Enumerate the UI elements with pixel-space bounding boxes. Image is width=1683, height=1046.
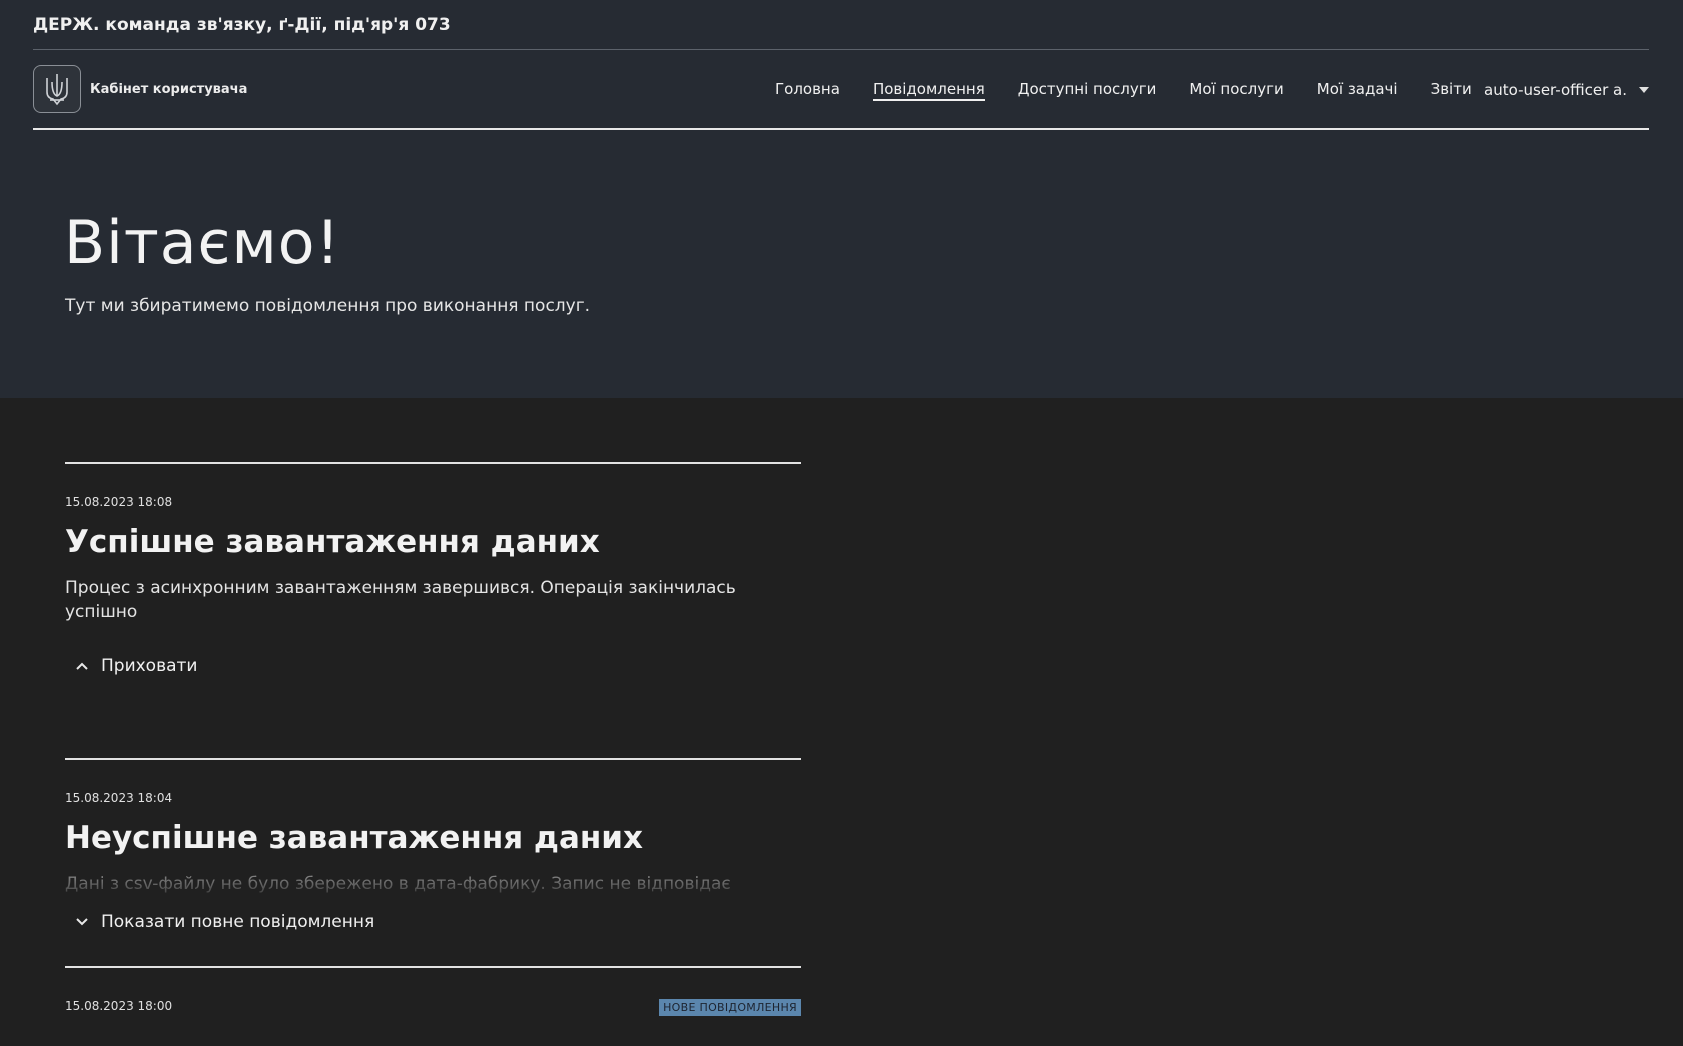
nav-item-home[interactable]: Головна	[775, 80, 840, 100]
page-title: Вітаємо!	[64, 208, 341, 278]
chevron-down-icon	[76, 918, 88, 926]
brand-label[interactable]: Кабінет користувача	[90, 82, 247, 97]
notification-list: 15.08.2023 18:08 Успішне завантаження да…	[65, 462, 801, 1046]
nav-item-reports[interactable]: Звіти	[1431, 80, 1472, 100]
user-menu[interactable]: auto-user-officer a.	[1484, 50, 1649, 130]
main-nav: Головна Повідомлення Доступні послуги Мо…	[775, 50, 1505, 130]
notification-card: 15.08.2023 18:08 Успішне завантаження да…	[65, 462, 801, 758]
page-header: ДЕРЖ. команда зв'язку, ґ-Дії, під'яр'я 0…	[0, 0, 1683, 398]
notification-card: 15.08.2023 18:04 Неуспішне завантаження …	[65, 758, 801, 966]
notification-body: Дані з csv-файлу не було збережено в дат…	[65, 874, 731, 894]
notification-title: Неуспішне завантаження даних	[65, 820, 644, 856]
new-notification-badge: НОВЕ ПОВІДОМЛЕННЯ	[659, 999, 801, 1016]
nav-item-available-services[interactable]: Доступні послуги	[1018, 80, 1157, 100]
notification-date: 15.08.2023 18:04	[65, 791, 173, 805]
notification-date: 15.08.2023 18:08	[65, 495, 173, 509]
nav-item-notifications[interactable]: Повідомлення	[872, 80, 985, 101]
organization-bar: ДЕРЖ. команда зв'язку, ґ-Дії, під'яр'я 0…	[33, 0, 1649, 50]
nav-item-my-services[interactable]: Мої послуги	[1189, 80, 1283, 100]
user-name[interactable]: auto-user-officer a.	[1484, 81, 1627, 99]
top-navigation: Кабінет користувача Головна Повідомлення…	[33, 50, 1649, 130]
page-subtitle: Тут ми збиратимемо повідомлення про вико…	[65, 296, 591, 316]
toggle-label[interactable]: Показати повне повідомлення	[101, 912, 374, 932]
notification-body: Процес з асинхронним завантаженням завер…	[65, 578, 736, 622]
show-full-message-button[interactable]: Показати повне повідомлення	[75, 912, 374, 932]
caret-down-icon[interactable]	[1639, 87, 1649, 93]
notification-card: 15.08.2023 18:00 НОВЕ ПОВІДОМЛЕННЯ	[65, 966, 801, 1046]
nav-item-my-tasks[interactable]: Мої задачі	[1317, 80, 1398, 100]
toggle-label[interactable]: Приховати	[101, 656, 197, 676]
hide-message-button[interactable]: Приховати	[75, 656, 197, 676]
notification-title: Успішне завантаження даних	[65, 524, 600, 560]
chevron-up-icon	[76, 662, 88, 670]
notification-date: 15.08.2023 18:00	[65, 999, 173, 1013]
organization-title: ДЕРЖ. команда зв'язку, ґ-Дії, під'яр'я 0…	[33, 14, 451, 35]
trident-icon[interactable]	[33, 65, 81, 113]
